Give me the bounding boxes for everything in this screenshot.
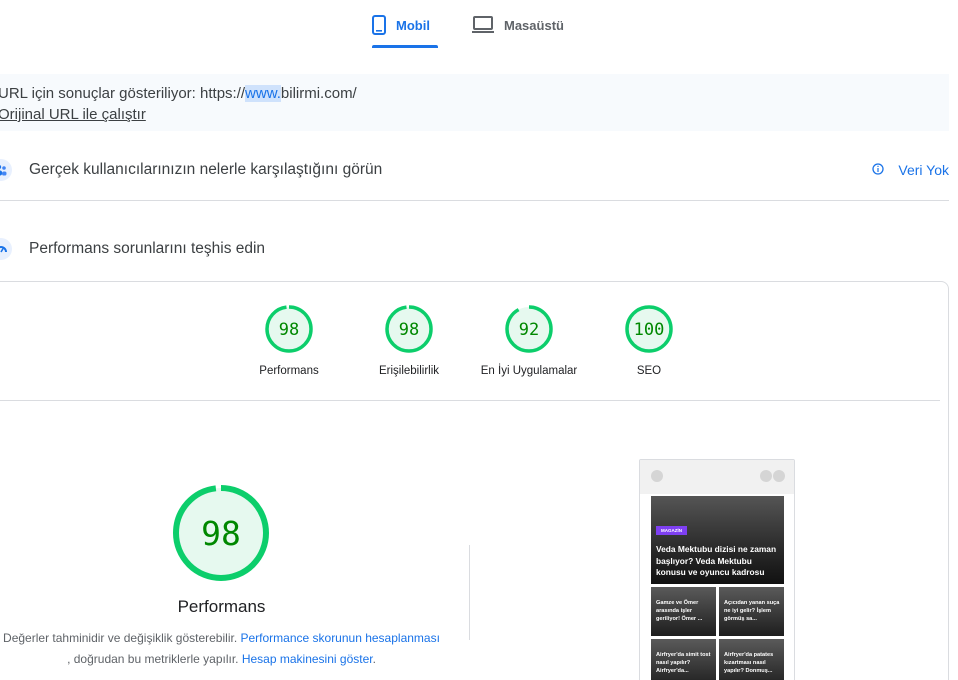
gauge-performance[interactable]: 98 Performans bbox=[234, 304, 344, 377]
field-data-title: Gerçek kullanıcılarınızın nelerle karşıl… bbox=[29, 161, 383, 178]
score-gauges: 98 Performans 98 Erişilebilirlik 92 En İ… bbox=[0, 304, 958, 384]
field-data-section[interactable]: Gerçek kullanıcılarınızın nelerle karşıl… bbox=[0, 152, 949, 188]
article-tile: Airfryer'da patates kızartması nasıl yap… bbox=[719, 639, 784, 680]
score-ring: 100 bbox=[625, 305, 673, 353]
score-value: 98 bbox=[399, 320, 419, 340]
main-score-title: Performans bbox=[177, 597, 266, 616]
calculator-link[interactable]: Hesap makinesini göster bbox=[242, 652, 373, 666]
no-data-indicator[interactable]: Veri Yok bbox=[872, 162, 949, 178]
menu-icon bbox=[651, 470, 663, 482]
score-label: En İyi Uygulamalar bbox=[480, 365, 578, 377]
users-icon bbox=[0, 159, 12, 181]
tab-mobile-label: Mobil bbox=[396, 17, 430, 33]
score-value: 100 bbox=[634, 320, 665, 340]
url-highlight: www. bbox=[245, 85, 281, 102]
gauge-best-practices[interactable]: 92 En İyi Uygulamalar bbox=[474, 304, 584, 377]
laptop-icon bbox=[472, 16, 494, 34]
device-tabs: Mobil Masaüstü bbox=[0, 0, 958, 50]
run-original-url-link[interactable]: Orijinal URL ile çalıştır bbox=[0, 104, 146, 126]
score-ring: 98 bbox=[265, 305, 313, 353]
user-icon bbox=[760, 470, 772, 482]
url-prefix: URL için sonuçlar gösteriliyor: https:// bbox=[0, 85, 246, 102]
hero-title: Veda Mektubu dizisi ne zaman başlıyor? V… bbox=[656, 544, 777, 577]
score-value: 92 bbox=[519, 320, 539, 340]
tab-mobile[interactable]: Mobil bbox=[372, 0, 438, 50]
tile-title: Açıcıdan yanan suça ne iyi gelir? İşlem … bbox=[724, 600, 780, 622]
article-tile: Airfryer'da simit tost nasıl yapılır? Ai… bbox=[651, 639, 716, 680]
thumbnail-hero: MAGAZİN Veda Mektubu dizisi ne zaman baş… bbox=[651, 496, 784, 584]
main-score-value: 98 bbox=[201, 514, 241, 553]
phone-icon bbox=[372, 15, 386, 35]
tile-title: Airfryer'da simit tost nasıl yapılır? Ai… bbox=[656, 652, 711, 674]
tile-title: Gamze ve Ömer arasında işler geriliyor! … bbox=[656, 600, 703, 622]
url-suffix: bilirmi.com/ bbox=[280, 85, 357, 102]
tab-desktop[interactable]: Masaüstü bbox=[472, 0, 564, 50]
gauge-seo[interactable]: 100 SEO bbox=[594, 304, 704, 377]
category-badge: MAGAZİN bbox=[656, 526, 687, 535]
active-tab-indicator bbox=[372, 45, 438, 48]
search-icon bbox=[773, 470, 785, 482]
score-description: Değerler tahminidir ve değişiklik göster… bbox=[0, 628, 443, 670]
card-divider bbox=[0, 400, 940, 401]
tab-desktop-label: Masaüstü bbox=[504, 17, 564, 33]
url-result-text: URL için sonuçlar gösteriliyor: https://… bbox=[0, 84, 949, 104]
diagnose-section: Performans sorunlarını teşhis edin bbox=[0, 231, 949, 267]
gauge-accessibility[interactable]: 98 Erişilebilirlik bbox=[354, 304, 464, 377]
diagnose-title: Performans sorunlarını teşhis edin bbox=[29, 240, 266, 257]
info-icon bbox=[872, 162, 885, 178]
url-banner: URL için sonuçlar gösteriliyor: https://… bbox=[0, 74, 949, 131]
score-label: SEO bbox=[636, 365, 662, 377]
vertical-separator bbox=[469, 545, 470, 640]
tile-title: Airfryer'da patates kızartması nasıl yap… bbox=[724, 652, 774, 674]
article-tile: Gamze ve Ömer arasında işler geriliyor! … bbox=[651, 587, 716, 636]
thumbnail-header bbox=[640, 460, 794, 494]
score-ring: 92 bbox=[505, 305, 553, 353]
pagespeed-report: Mobil Masaüstü URL için sonuçlar gösteri… bbox=[0, 0, 958, 680]
score-value: 98 bbox=[279, 320, 299, 340]
speedometer-icon bbox=[0, 238, 12, 260]
desc-text: Değerler tahminidir ve değişiklik göster… bbox=[3, 631, 241, 645]
performance-main-gauge: 98 bbox=[173, 485, 269, 581]
score-label: Performans bbox=[259, 365, 319, 377]
article-tile: Açıcıdan yanan suça ne iyi gelir? İşlem … bbox=[719, 587, 784, 636]
score-label: Erişilebilirlik bbox=[378, 365, 440, 377]
desc-text: . bbox=[372, 652, 376, 666]
score-calc-link[interactable]: Performance skorunun hesaplanması bbox=[240, 631, 439, 645]
section-divider bbox=[0, 200, 949, 201]
no-data-label: Veri Yok bbox=[898, 162, 949, 178]
score-ring: 98 bbox=[385, 305, 433, 353]
page-screenshot-thumbnail: MAGAZİN Veda Mektubu dizisi ne zaman baş… bbox=[639, 459, 795, 680]
desc-text: , doğrudan bu metriklerle yapılır. bbox=[67, 652, 242, 666]
